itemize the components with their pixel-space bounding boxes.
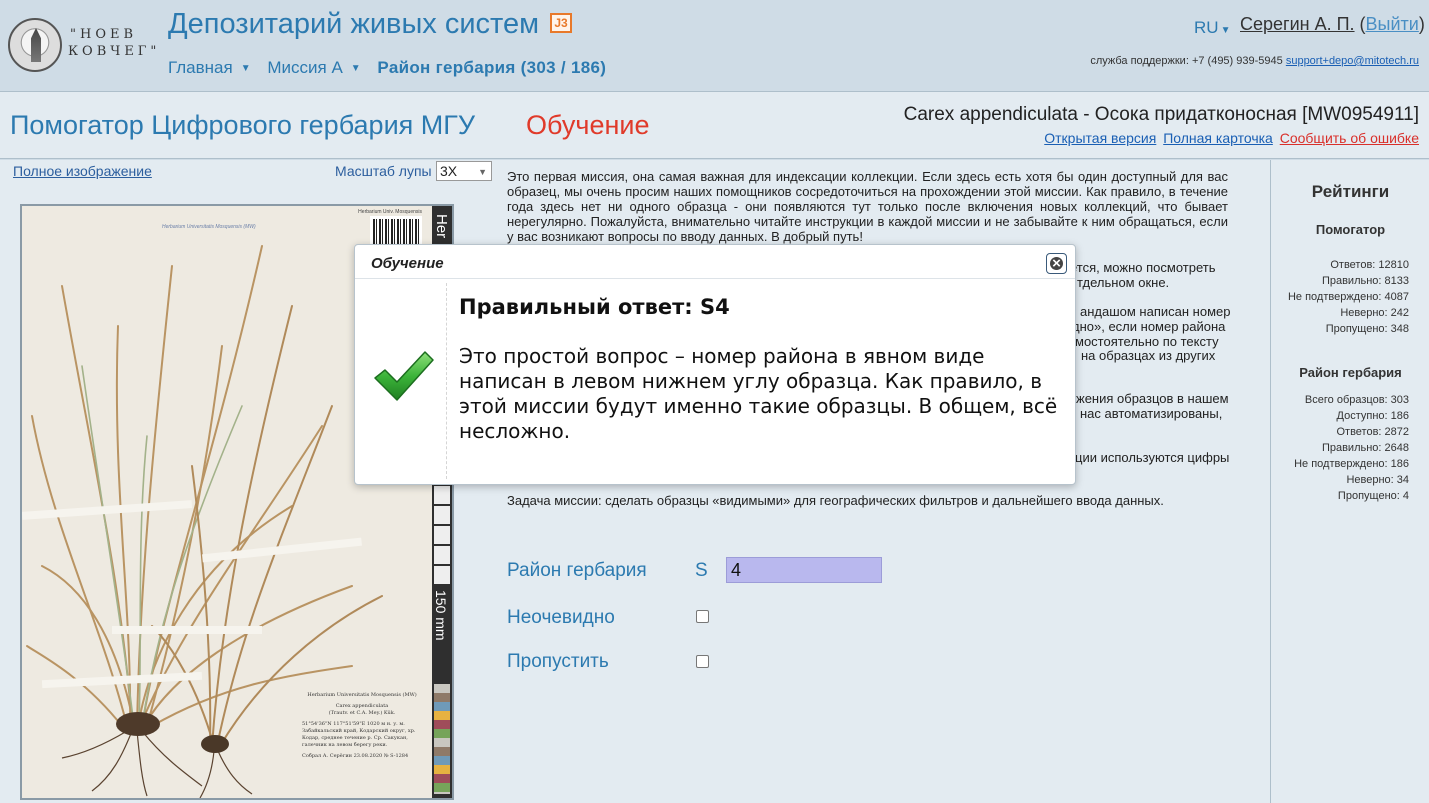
support-info: служба поддержки: +7 (495) 939-5945 supp…	[1090, 55, 1419, 67]
district-ratings-title: Район гербария	[1299, 365, 1402, 380]
zoom-select[interactable]: 3X ▼	[436, 161, 492, 181]
color-swatches	[434, 684, 450, 794]
language-selector[interactable]: RU ▼	[1194, 18, 1230, 38]
stat-row: Пропущено: 348	[1325, 323, 1409, 335]
full-card-link[interactable]: Полная карточка	[1163, 130, 1273, 146]
green-checkmark-icon	[374, 351, 434, 401]
modal-title: Обучение	[371, 255, 444, 272]
stat-row: Всего образцов: 303	[1304, 394, 1409, 406]
user-name-link[interactable]: Серегин А. П.	[1240, 14, 1355, 34]
label-taxon: Carex appendiculata	[335, 703, 389, 709]
district-prefix: S	[695, 560, 708, 581]
instruction-fragment: жения образцов в нашем	[1076, 391, 1229, 406]
stat-row: Правильно: 8133	[1321, 275, 1409, 287]
district-stats: Всего образцов: 303 Доступно: 186 Ответо…	[1294, 392, 1409, 504]
site-header: "НОЕВ КОВЧЕГ" Депозитарий живых систем J…	[0, 0, 1429, 90]
close-icon[interactable]	[1046, 253, 1067, 274]
zoom-label: Масштаб лупы	[335, 163, 432, 179]
nav-mission[interactable]: Миссия А ▼	[267, 58, 366, 77]
label-locality: Забайкальский край, Кодарский округ, хр.…	[302, 728, 416, 748]
instruction-fragment: на образцах из других	[1081, 348, 1216, 363]
helper-ratings-title: Помогатор	[1315, 222, 1386, 237]
logout-link[interactable]: Выйти	[1366, 14, 1419, 34]
label-altitude: 1020 м н. у. м.	[366, 721, 405, 727]
nav-mission-label: Миссия А	[267, 58, 343, 77]
ruler-scale-text: 150 mm	[433, 590, 449, 641]
label-coords: 51°54'36"N 117°51'59"E	[302, 721, 366, 727]
stat-row: Не подтверждено: 186	[1294, 458, 1409, 470]
report-error-link[interactable]: Сообщить об ошибке	[1280, 130, 1419, 146]
barcode-caption: Herbarium Univ. Mosquensis	[358, 209, 422, 215]
site-title[interactable]: Депозитарий живых систем	[168, 8, 539, 41]
stat-row: Не подтверждено: 4087	[1287, 291, 1409, 303]
chevron-down-icon: ▼	[478, 167, 487, 177]
unclear-label: Неочевидно	[507, 607, 615, 628]
mission-task-text: Задача миссии: сделать образцы «видимыми…	[507, 493, 1164, 508]
specimen-label: Herbarium Universitatis Mosquensis (MW) …	[302, 692, 422, 788]
stat-row: Правильно: 2648	[1321, 442, 1409, 454]
support-email-link[interactable]: support+depo@mitotech.ru	[1286, 55, 1419, 67]
ratings-title: Рейтинги	[1311, 182, 1390, 201]
label-author: (Trautv. et C.A. Mey.) Kük.	[328, 710, 396, 716]
stat-row: Пропущено: 4	[1337, 490, 1409, 502]
stat-row: Неверно: 34	[1346, 474, 1409, 486]
support-phone: служба поддержки: +7 (495) 939-5945	[1090, 55, 1283, 67]
specimen-links: Открытая версия Полная карточка Сообщить…	[1041, 130, 1419, 146]
main-nav: Главная ▼ Миссия А ▼ Район гербария (303 /…	[168, 58, 612, 78]
unclear-checkbox[interactable]	[696, 610, 709, 623]
full-image-link[interactable]: Полное изображение	[13, 163, 152, 179]
training-modal: Обучение Правильный ответ: S4 Это просто…	[354, 244, 1076, 485]
instruction-fragment: ется, можно посмотреть	[1070, 260, 1216, 275]
logout-paren-open: (	[1354, 14, 1366, 34]
instruction-fragment: нас автоматизированы,	[1080, 406, 1223, 421]
instruction-fragment: андашом написан номер	[1080, 304, 1231, 319]
modal-header: Обучение	[355, 245, 1075, 279]
nav-current-district[interactable]: Район гербария (303 / 186)	[377, 58, 606, 77]
instruction-fragment: ции используются цифры	[1075, 450, 1230, 465]
tool-subheader: Помогатор Цифрового гербария МГУ Обучени…	[0, 91, 1429, 159]
chevron-down-icon: ▼	[350, 63, 361, 75]
logo-line-2: КОВЧЕГ"	[68, 44, 161, 59]
mission-intro-text: Это первая миссия, она самая важная для …	[507, 169, 1228, 244]
page-title: Помогатор Цифрового гербария МГУ	[10, 110, 476, 140]
instruction-fragment: мостоятельно по тексту	[1075, 334, 1219, 349]
stat-row: Доступно: 186	[1336, 410, 1409, 422]
user-block: Серегин А. П. (Выйти)	[1240, 14, 1425, 35]
mode-title: Обучение	[526, 110, 650, 140]
skip-label: Пропустить	[507, 651, 609, 672]
logo-line-1: "НОЕВ	[70, 27, 138, 42]
stat-row: Ответов: 12810	[1330, 259, 1409, 271]
instruction-fragment: тдельном окне.	[1077, 275, 1170, 290]
skip-checkbox[interactable]	[696, 655, 709, 668]
label-number: № S-1284	[383, 753, 409, 759]
logo-text: "НОЕВ КОВЧЕГ"	[68, 26, 161, 60]
instruction-fragment: дно», если номер района	[1072, 319, 1226, 334]
label-date: 23.08.2020	[353, 753, 383, 759]
chevron-down-icon: ▼	[1220, 25, 1231, 36]
logout-paren-close: )	[1418, 14, 1425, 34]
ruler-text-top: Her	[433, 214, 450, 239]
open-version-link[interactable]: Открытая версия	[1044, 130, 1156, 146]
stat-row: Ответов: 2872	[1336, 426, 1409, 438]
chevron-down-icon: ▼	[240, 63, 251, 75]
stat-row: Неверно: 242	[1340, 307, 1409, 319]
label-collector: Собрал А. Серёгин	[302, 753, 352, 759]
specimen-title: Carex appendiculata - Осока придатконосн…	[903, 104, 1419, 125]
language-label: RU	[1194, 18, 1219, 37]
noah-ark-logo[interactable]: "НОЕВ КОВЧЕГ"	[8, 18, 158, 74]
modal-divider	[446, 283, 447, 479]
district-input[interactable]: 4	[726, 557, 882, 583]
sheet-header-text: Herbarium Universitatis Mosquensis (MW)	[162, 224, 256, 230]
zoom-value: 3X	[440, 163, 458, 179]
ratings-panel: Рейтинги Помогатор Ответов: 12810 Правил…	[1270, 160, 1429, 803]
j3-badge-icon[interactable]: J3	[550, 13, 572, 33]
nav-home[interactable]: Главная ▼	[168, 58, 257, 77]
university-emblem-icon	[8, 18, 62, 72]
correct-answer-explanation: Это простой вопрос – номер района в явно…	[459, 344, 1058, 443]
label-institution: Herbarium Universitatis Mosquensis (MW)	[307, 692, 417, 698]
correct-answer-title: Правильный ответ: S4	[459, 295, 730, 319]
district-label: Район гербария	[507, 560, 647, 581]
nav-home-label: Главная	[168, 58, 233, 77]
helper-stats: Ответов: 12810 Правильно: 8133 Не подтве…	[1288, 257, 1409, 337]
